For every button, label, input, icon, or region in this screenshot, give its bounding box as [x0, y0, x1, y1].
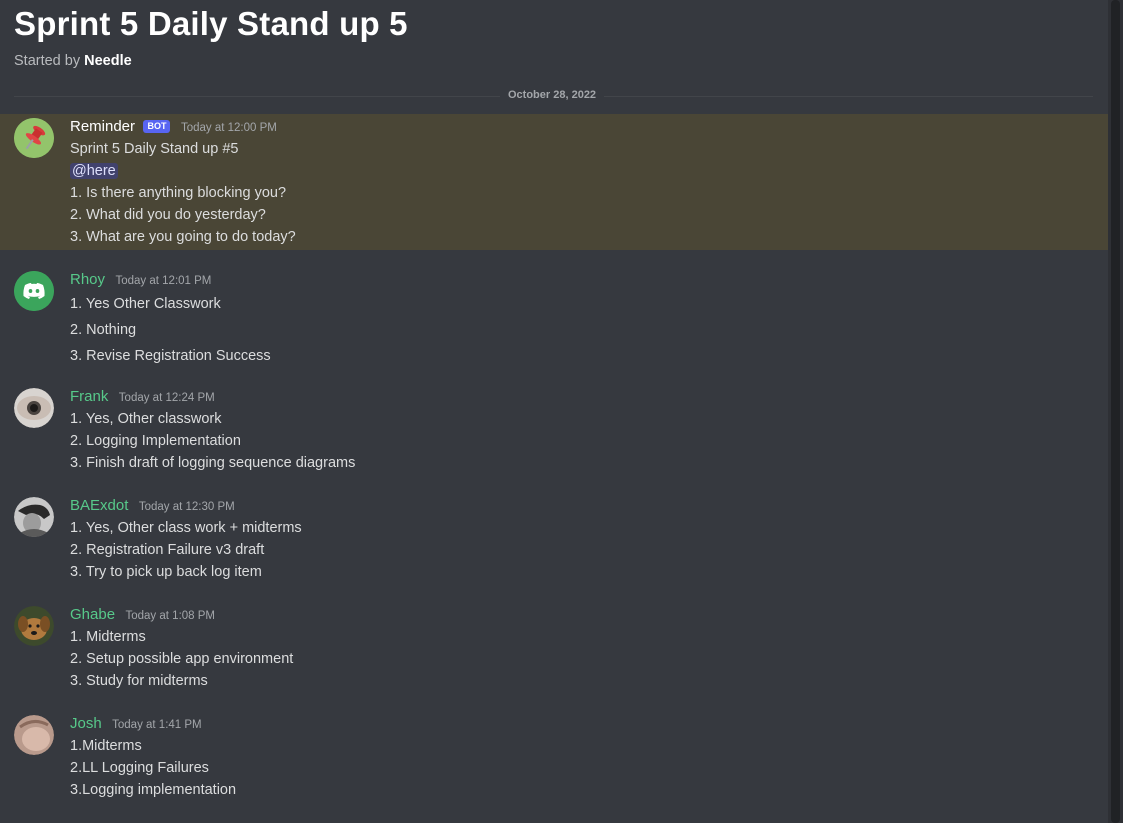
message-line: 1.Midterms: [70, 738, 142, 754]
thread-title: Sprint 5 Daily Stand up 5: [14, 5, 408, 42]
bot-badge: BOT: [143, 120, 171, 133]
message-line: 3. Study for midterms: [70, 673, 208, 689]
scrollbar-thumb[interactable]: [1111, 0, 1120, 823]
message-line: 3. What are you going to do today?: [70, 229, 296, 245]
message-timestamp[interactable]: Today at 12:01 PM: [115, 275, 211, 287]
message-line: 3. Finish draft of logging sequence diag…: [70, 455, 356, 471]
started-by-label: Started by: [14, 53, 81, 69]
message-line: 2.LL Logging Failures: [70, 760, 209, 776]
author-name[interactable]: BAExdot: [70, 497, 128, 514]
author-name[interactable]: Ghabe: [70, 606, 115, 623]
here-mention[interactable]: @here: [70, 163, 118, 179]
person-avatar[interactable]: [14, 497, 54, 537]
author-name[interactable]: Reminder: [70, 118, 135, 135]
pushpin-icon[interactable]: [14, 118, 54, 158]
message-line: 3. Try to pick up back log item: [70, 564, 262, 580]
message-line: Sprint 5 Daily Stand up #5: [70, 141, 239, 157]
message-line: 2. Registration Failure v3 draft: [70, 542, 265, 558]
message-timestamp[interactable]: Today at 12:30 PM: [139, 501, 235, 513]
dog-avatar[interactable]: [14, 606, 54, 646]
date-divider: October 28, 2022: [500, 89, 605, 101]
message-line: 1. Yes, Other classwork: [70, 411, 222, 427]
message-line: 2. What did you do yesterday?: [70, 207, 266, 223]
message-line: 3.Logging implementation: [70, 782, 237, 798]
message-line: 1. Midterms: [70, 629, 146, 645]
thread-header: Sprint 5 Daily Stand up 5 Started by Nee…: [14, 0, 408, 69]
scrollbar-track[interactable]: [1108, 0, 1123, 823]
message-line: 2. Nothing: [70, 322, 137, 338]
author-name[interactable]: Rhoy: [70, 271, 105, 288]
message-line: 3. Revise Registration Success: [70, 348, 271, 364]
thread-starter: Started by Needle: [14, 53, 408, 69]
author-name[interactable]: Frank: [70, 388, 108, 405]
photo-avatar[interactable]: [14, 715, 54, 755]
message-timestamp[interactable]: Today at 12:24 PM: [119, 392, 215, 404]
message-line: 1. Yes, Other class work + midterms: [70, 520, 302, 536]
message-line: 2. Setup possible app environment: [70, 651, 294, 667]
message-line: 1. Is there anything blocking you?: [70, 185, 287, 201]
author-name[interactable]: Josh: [70, 715, 102, 732]
message-line: 2. Logging Implementation: [70, 433, 241, 449]
message-timestamp[interactable]: Today at 12:00 PM: [181, 122, 277, 134]
message-timestamp[interactable]: Today at 1:41 PM: [112, 719, 202, 731]
discord-logo-icon[interactable]: [14, 271, 54, 311]
starter-name[interactable]: Needle: [84, 53, 132, 69]
message-line: 1. Yes Other Classwork: [70, 296, 221, 312]
message-timestamp[interactable]: Today at 1:08 PM: [126, 610, 216, 622]
eye-avatar[interactable]: [14, 388, 54, 428]
